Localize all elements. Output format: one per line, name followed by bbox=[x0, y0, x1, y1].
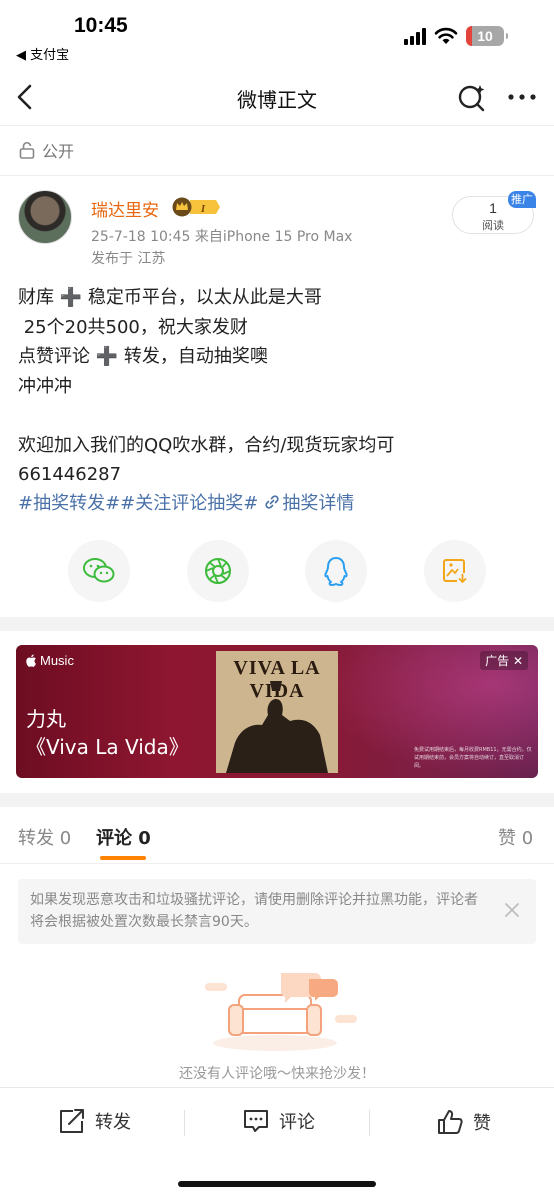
repost-label: 转发 bbox=[95, 1112, 131, 1133]
tab-repost[interactable]: 转发 0 bbox=[18, 824, 71, 850]
wechat-icon bbox=[83, 558, 115, 583]
wifi-icon bbox=[434, 27, 458, 44]
save-image-icon bbox=[443, 559, 468, 584]
link-icon bbox=[265, 495, 279, 509]
tab-like[interactable]: 赞 0 bbox=[498, 824, 533, 850]
lock-icon bbox=[19, 141, 35, 159]
repost-button[interactable]: 转发 bbox=[58, 1108, 131, 1134]
comment-tabs: 转发 0 评论 0 赞 0 bbox=[0, 808, 554, 864]
tab-like-label: 赞 bbox=[498, 828, 516, 849]
bar-separator bbox=[369, 1110, 370, 1136]
share-qq-button[interactable] bbox=[305, 540, 367, 602]
comment-icon bbox=[244, 1110, 268, 1132]
author-name[interactable]: 瑞达里安 bbox=[91, 196, 159, 221]
vip-crown-badge-icon[interactable]: I bbox=[172, 197, 220, 217]
ad-artist: 力丸 bbox=[26, 707, 66, 731]
post-text-line: 欢迎加入我们的QQ吹水群，合约/现货玩家均可 bbox=[18, 434, 395, 456]
close-icon[interactable] bbox=[504, 902, 520, 918]
tab-repost-count: 0 bbox=[59, 828, 72, 849]
hashtag-links[interactable]: #抽奖转发##关注评论抽奖# bbox=[18, 489, 258, 515]
repost-icon bbox=[60, 1109, 84, 1133]
svg-text:I: I bbox=[200, 203, 206, 215]
save-image-button[interactable] bbox=[424, 540, 486, 602]
tab-comment[interactable]: 评论 0 bbox=[96, 824, 151, 850]
ad-banner[interactable]: Music 力丸 《Viva La Vida》 VIVA LA VIDA 广告 … bbox=[16, 645, 538, 778]
thumbs-up-icon bbox=[438, 1110, 463, 1134]
more-icon[interactable] bbox=[505, 82, 539, 112]
ad-fine-print: 免费试用期结束后，每月收费RMB11，无需合约。仅试用期结束前，会员方案将自动续… bbox=[414, 747, 532, 769]
read-label: 阅读 bbox=[482, 219, 504, 232]
cellular-signal-icon bbox=[404, 27, 426, 45]
divider bbox=[0, 175, 554, 176]
promo-tag[interactable]: 推广 bbox=[508, 191, 536, 208]
post-text-line: 661446287 bbox=[18, 464, 122, 485]
ad-song-title: 《Viva La Vida》 bbox=[26, 735, 189, 759]
post-text-line: 冲冲冲 bbox=[18, 375, 72, 397]
tab-comment-count: 0 bbox=[138, 828, 151, 849]
post-body: 财库 ➕ 稳定币平台，以太从此是大哥 25个20共500，祝大家发财 点赞评论 ➕… bbox=[18, 283, 538, 490]
active-tab-indicator bbox=[100, 856, 146, 860]
empty-sofa-illustration bbox=[205, 973, 357, 1051]
like-button[interactable]: 赞 bbox=[436, 1108, 491, 1136]
section-divider bbox=[0, 793, 554, 807]
hashtag-row: #抽奖转发##关注评论抽奖# 抽奖详情 bbox=[18, 489, 354, 515]
bar-separator bbox=[184, 1110, 185, 1136]
status-time: 10:45 bbox=[74, 14, 128, 37]
post-text-line: 25个20共500，祝大家发财 bbox=[18, 316, 248, 338]
comment-button[interactable]: 评论 bbox=[242, 1108, 315, 1134]
ad-close-tag[interactable]: 广告 ✕ bbox=[480, 651, 528, 670]
post-text-line bbox=[18, 401, 538, 431]
notice-text: 如果发现恶意攻击和垃圾骚扰评论，请使用删除评论并拉黑功能，评论者将会根据被处置次… bbox=[30, 892, 478, 930]
ad-brand: Music bbox=[40, 653, 74, 668]
search-icon[interactable] bbox=[456, 82, 488, 112]
post-location: 发布于 江苏 bbox=[91, 251, 166, 267]
share-wechat-button[interactable] bbox=[68, 540, 130, 602]
back-to-app-link[interactable]: ◀ 支付宝 bbox=[16, 44, 69, 63]
tab-comment-label: 评论 bbox=[96, 828, 132, 849]
visibility-label: 公开 bbox=[18, 138, 74, 162]
share-row bbox=[68, 540, 488, 602]
nav-bar: 微博正文 bbox=[0, 68, 554, 126]
share-moments-button[interactable] bbox=[187, 540, 249, 602]
section-divider bbox=[0, 617, 554, 631]
post-meta: 25-7-18 10:45 来自iPhone 15 Pro Max bbox=[91, 229, 353, 245]
comment-label: 评论 bbox=[279, 1112, 315, 1133]
home-indicator bbox=[178, 1181, 376, 1187]
album-cover: VIVA LA VIDA bbox=[216, 651, 338, 773]
apple-music-logo: Music bbox=[26, 653, 74, 668]
lottery-detail-link[interactable]: 抽奖详情 bbox=[282, 489, 354, 515]
like-label: 赞 bbox=[473, 1113, 491, 1134]
visibility-text: 公开 bbox=[42, 142, 75, 161]
status-bar: 10:45 ◀ 支付宝 10 bbox=[0, 0, 554, 64]
avatar[interactable] bbox=[18, 190, 72, 244]
post-text-line: 点赞评论 ➕ 转发，自动抽奖噢 bbox=[18, 346, 268, 367]
tab-like-count: 0 bbox=[521, 828, 534, 849]
qq-icon bbox=[324, 557, 348, 586]
battery-indicator: 10 bbox=[466, 26, 508, 46]
moments-icon bbox=[205, 558, 231, 584]
apple-icon bbox=[26, 654, 36, 667]
tab-repost-label: 转发 bbox=[18, 828, 54, 849]
album-art-rider bbox=[226, 681, 328, 773]
empty-comment-text: 还没有人评论哦～快来抢沙发！ bbox=[179, 1066, 375, 1082]
status-indicators: 10 bbox=[404, 26, 508, 46]
comment-notice: 如果发现恶意攻击和垃圾骚扰评论，请使用删除评论并拉黑功能，评论者将会根据被处置次… bbox=[18, 879, 536, 944]
post-text-line: 财库 ➕ 稳定币平台，以太从此是大哥 bbox=[18, 287, 322, 308]
